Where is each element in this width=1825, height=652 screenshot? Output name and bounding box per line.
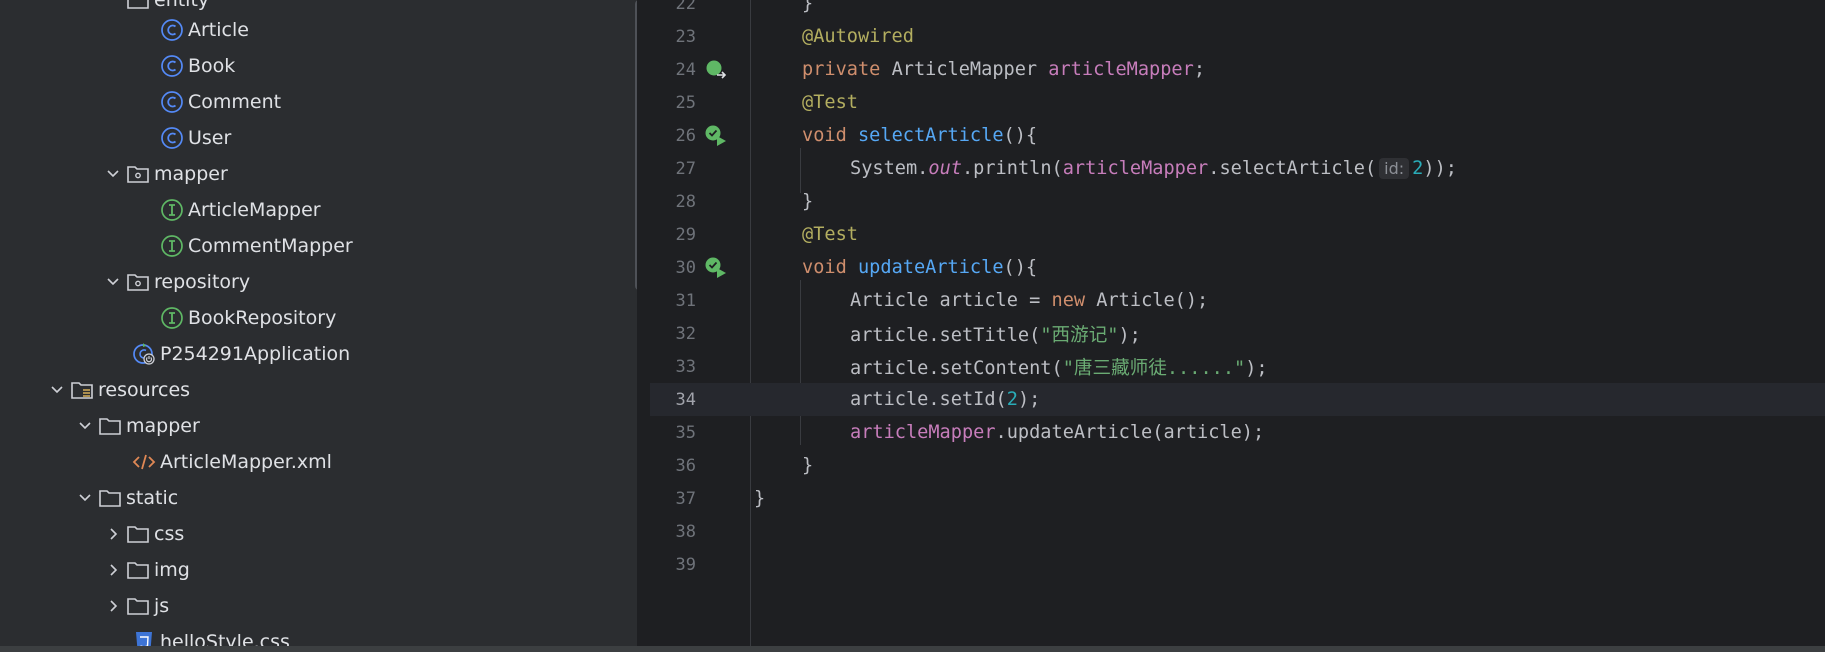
package-icon xyxy=(126,0,150,12)
code-line-37: 37 } xyxy=(675,488,766,509)
folder-icon xyxy=(98,414,122,438)
class-icon xyxy=(160,54,184,78)
folder-icon xyxy=(126,594,150,618)
project-tree: entity Article Book Comment User mapper xyxy=(0,0,637,646)
implemented-by-icon[interactable] xyxy=(704,58,728,82)
tree-item-repository-package[interactable]: repository xyxy=(100,264,250,300)
package-icon xyxy=(126,162,150,186)
code-line-25: 25 @Test xyxy=(675,92,858,113)
code-line-35: 35 articleMapper.updateArticle(article); xyxy=(675,422,1265,443)
tree-item-css[interactable]: css xyxy=(100,516,184,552)
folder-icon xyxy=(126,558,150,582)
ide-window: entity Article Book Comment User mapper xyxy=(0,0,1825,652)
class-icon xyxy=(160,126,184,150)
tree-item-comment[interactable]: Comment xyxy=(160,84,281,120)
chevron-right-icon[interactable] xyxy=(100,593,126,619)
folder-icon xyxy=(98,486,122,510)
run-test-passed-icon[interactable] xyxy=(704,124,728,148)
resources-folder-icon xyxy=(70,378,94,402)
folder-icon xyxy=(126,522,150,546)
chevron-down-icon[interactable] xyxy=(72,485,98,511)
class-icon xyxy=(160,90,184,114)
tree-scrollbar[interactable] xyxy=(635,0,637,290)
xml-file-icon xyxy=(132,450,156,474)
run-test-passed-icon[interactable] xyxy=(704,256,728,280)
tree-item-application[interactable]: P254291Application xyxy=(132,336,350,372)
class-icon xyxy=(160,18,184,42)
horizontal-scrollbar[interactable] xyxy=(0,646,1825,652)
code-editor[interactable]: 22 } 23 @Autowired 24 private ArticleMap… xyxy=(650,0,1825,646)
package-icon xyxy=(126,270,150,294)
interface-icon xyxy=(160,306,184,330)
tree-item-img[interactable]: img xyxy=(100,552,190,588)
chevron-down-icon[interactable] xyxy=(72,413,98,439)
tree-item-user[interactable]: User xyxy=(160,120,231,156)
code-line-31: 31 Article article = new Article(); xyxy=(675,290,1209,311)
chevron-right-icon[interactable] xyxy=(100,521,126,547)
code-line-29: 29 @Test xyxy=(675,224,858,245)
code-line-38: 38 xyxy=(675,521,696,542)
code-line-39: 39 xyxy=(675,554,696,575)
tree-item-article[interactable]: Article xyxy=(160,12,249,48)
tree-item-js[interactable]: js xyxy=(100,588,169,624)
interface-icon xyxy=(160,198,184,222)
tree-item-static[interactable]: static xyxy=(72,480,178,516)
spring-boot-class-icon xyxy=(132,342,156,366)
code-line-33: 33 article.setContent("唐三藏师徒......"); xyxy=(675,356,1268,380)
tree-item-resources[interactable]: resources xyxy=(44,372,190,408)
tree-item-articlemapper-xml[interactable]: ArticleMapper.xml xyxy=(132,444,332,480)
tree-item-mapper-package[interactable]: mapper xyxy=(100,156,228,192)
code-line-24: 24 private ArticleMapper articleMapper; xyxy=(675,58,1206,82)
interface-icon xyxy=(160,234,184,258)
chevron-down-icon[interactable] xyxy=(100,161,126,187)
chevron-down-icon[interactable] xyxy=(44,377,70,403)
tree-item-mapper-folder[interactable]: mapper xyxy=(72,408,200,444)
code-line-36: 36 } xyxy=(675,455,814,476)
parameter-hint: id: xyxy=(1379,158,1410,179)
chevron-right-icon[interactable] xyxy=(100,557,126,583)
tree-item-book[interactable]: Book xyxy=(160,48,235,84)
code-line-32: 32 article.setTitle("西游记"); xyxy=(675,323,1141,347)
tree-item-articlemapper[interactable]: ArticleMapper xyxy=(160,192,321,228)
tree-item-bookrepository[interactable]: BookRepository xyxy=(160,300,336,336)
code-line-34: 34 article.setId(2); xyxy=(650,383,1825,416)
code-line-22: 22 } xyxy=(675,0,814,14)
code-line-30: 30 void updateArticle(){ xyxy=(675,256,1038,280)
tree-item-hellostyle-css[interactable]: helloStyle.css xyxy=(132,624,290,646)
code-line-26: 26 void selectArticle(){ xyxy=(675,124,1038,148)
css-file-icon xyxy=(132,630,156,646)
chevron-down-icon[interactable] xyxy=(100,269,126,295)
code-line-28: 28 } xyxy=(675,191,814,212)
code-line-27: 27 System.out.println(articleMapper.sele… xyxy=(675,158,1457,179)
code-line-23: 23 @Autowired xyxy=(675,26,914,47)
tree-item-commentmapper[interactable]: CommentMapper xyxy=(160,228,353,264)
